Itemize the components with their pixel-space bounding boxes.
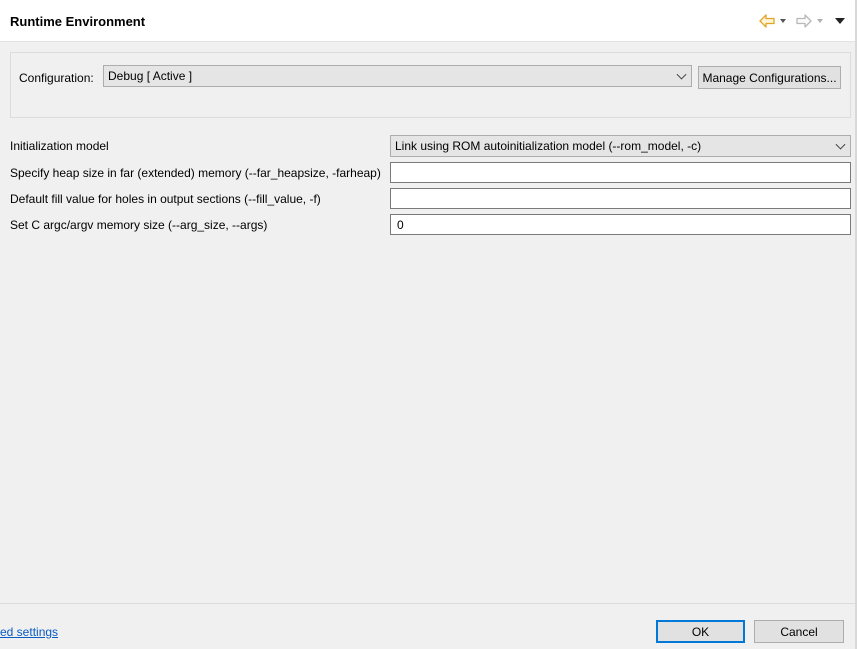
configuration-group: Configuration: Debug [ Active ] Manage C… [10,52,851,118]
forward-button[interactable] [796,14,823,28]
heap-size-input[interactable] [390,162,851,183]
arrow-right-icon [796,14,812,28]
view-menu-icon[interactable] [835,18,845,24]
heap-size-label: Specify heap size in far (extended) memo… [10,166,381,180]
configuration-select[interactable]: Debug [ Active ] [103,65,692,87]
arg-size-input[interactable]: 0 [390,214,851,235]
forward-dropdown-icon[interactable] [817,19,823,23]
fill-value-label: Default fill value for holes in output s… [10,192,321,206]
page-title: Runtime Environment [10,14,146,29]
dialog-footer: ed settings OK Cancel [0,603,857,649]
manage-configurations-button[interactable]: Manage Configurations... [698,66,841,89]
chevron-down-icon [676,69,687,80]
configuration-select-value: Debug [ Active ] [108,69,193,83]
arg-size-label: Set C argc/argv memory size (--arg_size,… [10,218,268,232]
back-dropdown-icon[interactable] [780,19,786,23]
header-toolbar [759,12,845,30]
chevron-down-icon [835,139,846,150]
configuration-label: Configuration: [19,71,94,85]
advanced-settings-link[interactable]: ed settings [0,625,58,639]
ok-button[interactable]: OK [656,620,745,643]
cancel-button[interactable]: Cancel [754,620,844,643]
initialization-model-select[interactable]: Link using ROM autoinitialization model … [390,135,851,157]
page-header: Runtime Environment [0,0,857,42]
fill-value-input[interactable] [390,188,851,209]
arrow-left-icon [759,14,775,28]
back-button[interactable] [759,14,786,28]
initialization-model-value: Link using ROM autoinitialization model … [395,139,702,153]
initialization-model-label: Initialization model [10,139,109,153]
